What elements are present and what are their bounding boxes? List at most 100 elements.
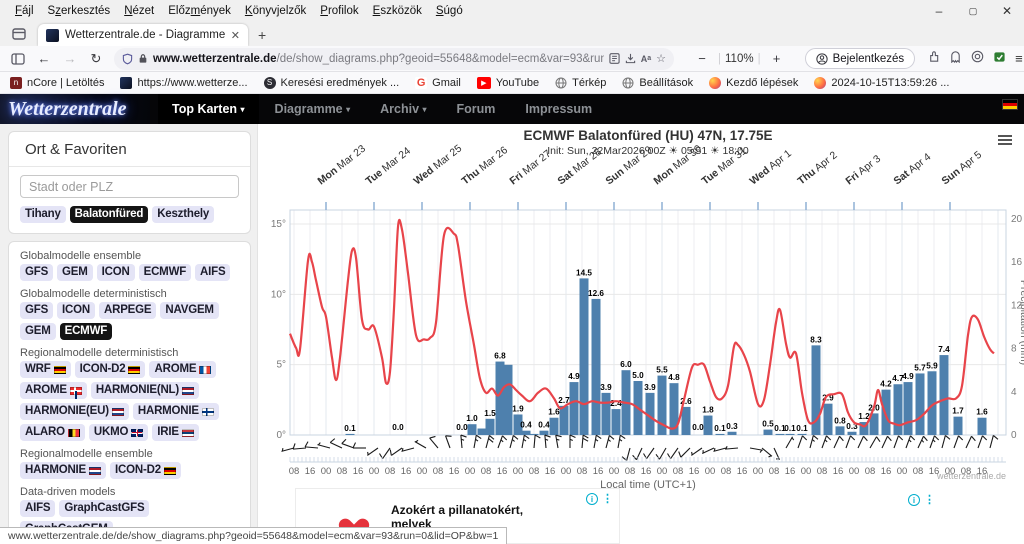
model-aifs[interactable]: AIFS: [195, 264, 230, 281]
svg-text:00: 00: [321, 466, 332, 477]
menu-könyvjelzők[interactable]: Könyvjelzők: [238, 2, 313, 20]
bookmark-item[interactable]: Térkép: [555, 77, 606, 89]
model-irie[interactable]: IRIE: [152, 424, 199, 441]
model-ecmwf[interactable]: ECMWF: [139, 264, 191, 281]
extension-badge-icon[interactable]: [927, 50, 940, 68]
svg-text:16: 16: [881, 466, 892, 477]
reload-button[interactable]: ↻: [84, 48, 108, 70]
bookmark-label: YouTube: [496, 77, 539, 89]
bookmark-item[interactable]: SKeresési eredmények ...: [264, 77, 400, 89]
model-icon-d2[interactable]: ICON-D2: [75, 361, 146, 378]
model-gfs[interactable]: GFS: [20, 264, 53, 281]
site-logo[interactable]: Wetterzentrale: [0, 94, 150, 124]
menu-szerkesztés[interactable]: Szerkesztés: [41, 2, 118, 20]
menu-eszközök[interactable]: Eszközök: [366, 2, 429, 20]
model-harmonie[interactable]: HARMONIE: [133, 403, 219, 420]
svg-text:00: 00: [801, 466, 812, 477]
bookmark-label: Kezdő lépések: [726, 77, 798, 89]
privacy-badger-icon[interactable]: [971, 50, 984, 68]
close-button[interactable]: ✕: [990, 0, 1024, 22]
model-icon-d2[interactable]: ICON-D2: [110, 462, 181, 479]
model-gem[interactable]: GEM: [57, 264, 93, 281]
svg-text:16: 16: [401, 466, 412, 477]
firefox-view-icon[interactable]: [6, 24, 32, 44]
model-icon[interactable]: ICON: [57, 302, 95, 319]
adblock-icon[interactable]: [993, 50, 1006, 68]
svg-text:Sun Apr 5: Sun Apr 5: [939, 149, 984, 188]
menu-nézet[interactable]: Nézet: [117, 2, 161, 20]
site-nav-forum[interactable]: Forum: [443, 94, 510, 124]
location-keszthely[interactable]: Keszthely: [152, 206, 214, 223]
svg-text:4.9: 4.9: [902, 372, 914, 381]
model-arome[interactable]: AROME: [149, 361, 216, 378]
menu-profilok[interactable]: Profilok: [313, 2, 365, 20]
browser-tab[interactable]: Wetterzentrale.de - Diagramme ✕: [38, 24, 248, 46]
zoom-out-button[interactable]: −: [690, 48, 714, 70]
model-ecmwf[interactable]: ECMWF: [60, 323, 112, 340]
model-gfs[interactable]: GFS: [20, 302, 53, 319]
model-harmonie-eu-[interactable]: HARMONIE(EU): [20, 403, 129, 420]
location-search-input[interactable]: [20, 175, 239, 198]
bookmark-star-icon[interactable]: ☆: [656, 52, 666, 65]
location-tihany[interactable]: Tihany: [20, 206, 66, 223]
reader-mode-icon[interactable]: [609, 53, 620, 64]
model-harmonie-nl-[interactable]: HARMONIE(NL): [91, 382, 199, 399]
save-page-icon[interactable]: [625, 53, 636, 64]
model-ukmo[interactable]: UKMO: [89, 424, 148, 441]
back-button[interactable]: ←: [32, 48, 56, 70]
site-nav-impressum[interactable]: Impressum: [511, 94, 606, 124]
model-wrf[interactable]: WRF: [20, 361, 71, 378]
model-arpege[interactable]: ARPEGE: [99, 302, 156, 319]
window-controls: – ▢ ✕: [922, 0, 1024, 22]
tab-close-icon[interactable]: ✕: [231, 29, 240, 42]
signin-button[interactable]: Bejelentkezés: [805, 48, 916, 69]
menu-előzmények[interactable]: Előzmények: [161, 2, 238, 20]
svg-text:0.0: 0.0: [456, 423, 468, 432]
minimize-button[interactable]: –: [922, 0, 956, 22]
svg-text:08: 08: [817, 466, 828, 477]
sdot-icon: S: [264, 77, 276, 89]
svg-text:08: 08: [481, 466, 492, 477]
model-alaro[interactable]: ALARO: [20, 424, 85, 441]
zoom-in-button[interactable]: +: [765, 48, 789, 70]
svg-text:5.5: 5.5: [656, 366, 668, 375]
bookmark-item[interactable]: GGmail: [415, 77, 461, 89]
model-graphcastgfs[interactable]: GraphCastGFS: [59, 500, 149, 517]
lock-icon[interactable]: [138, 53, 148, 64]
ad2-info-icon[interactable]: i: [908, 494, 920, 506]
new-tab-button[interactable]: +: [258, 27, 266, 43]
model-arome[interactable]: AROME: [20, 382, 87, 399]
bookmark-label: Beállítások: [639, 77, 693, 89]
zoom-level[interactable]: 110%: [725, 53, 754, 65]
bookmark-item[interactable]: Kezdő lépések: [709, 77, 798, 89]
bookmark-item[interactable]: 2024-10-15T13:59:26 ...: [814, 77, 949, 89]
url-bar[interactable]: www.wetterzentrale.de/de/show_diagrams.p…: [114, 48, 674, 70]
forward-button[interactable]: →: [58, 48, 82, 70]
model-aifs[interactable]: AIFS: [20, 500, 55, 517]
svg-text:08: 08: [913, 466, 924, 477]
bookmark-item[interactable]: nnCore | Letöltés: [10, 77, 104, 89]
menu-súgó[interactable]: Súgó: [429, 2, 470, 20]
svg-text:1.0: 1.0: [466, 414, 478, 423]
chart-menu-icon[interactable]: [998, 136, 1012, 144]
app-menu-icon[interactable]: ≡: [1015, 51, 1023, 66]
ad2-options-icon[interactable]: ⋮: [924, 494, 935, 506]
maximize-button[interactable]: ▢: [956, 0, 990, 22]
model-harmonie[interactable]: HARMONIE: [20, 462, 106, 479]
model-icon[interactable]: ICON: [97, 264, 135, 281]
location-balatonf-red[interactable]: Balatonfüred: [70, 206, 149, 223]
bookmark-item[interactable]: https://www.wetterze...: [120, 77, 247, 89]
ghostery-icon[interactable]: [949, 50, 962, 68]
site-nav-archiv[interactable]: Archiv ▾: [366, 94, 440, 125]
sidebar-toggle-icon[interactable]: [6, 48, 30, 70]
bookmark-item[interactable]: Beállítások: [622, 77, 693, 89]
shield-icon[interactable]: [122, 53, 133, 65]
site-nav-diagramme[interactable]: Diagramme ▾: [261, 94, 365, 125]
german-flag-icon[interactable]: [1002, 99, 1018, 110]
model-gem[interactable]: GEM: [20, 323, 56, 340]
translate-icon[interactable]: Aa: [641, 54, 651, 64]
menu-fájl[interactable]: Fájl: [8, 2, 41, 20]
bookmark-item[interactable]: ▶YouTube: [477, 77, 539, 89]
model-navgem[interactable]: NAVGEM: [160, 302, 218, 319]
site-nav-top-karten[interactable]: Top Karten ▾: [158, 94, 259, 125]
